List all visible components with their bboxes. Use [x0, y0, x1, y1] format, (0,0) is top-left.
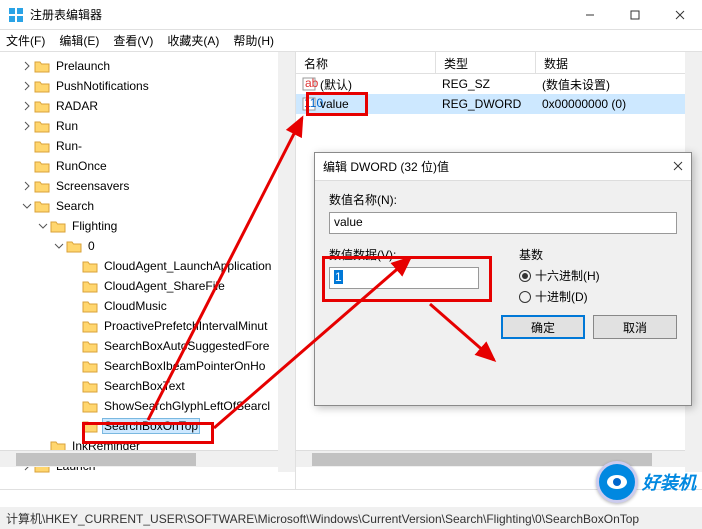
tree-item[interactable]: ProactivePrefetchIntervalMinut — [0, 316, 295, 336]
tree-item[interactable]: SearchBoxAutoSuggestedFore — [0, 336, 295, 356]
col-name[interactable]: 名称 — [296, 52, 436, 73]
list-row[interactable]: 110valueREG_DWORD0x00000000 (0) — [296, 94, 702, 114]
statusbar: 计算机\HKEY_CURRENT_USER\SOFTWARE\Microsoft… — [0, 507, 702, 529]
twisty-icon[interactable] — [20, 201, 34, 211]
tree-item[interactable]: Run — [0, 116, 295, 136]
list-header: 名称 类型 数据 — [296, 52, 702, 74]
col-type[interactable]: 类型 — [436, 52, 536, 73]
menu-edit[interactable]: 编辑(E) — [59, 32, 99, 49]
tree-item[interactable]: CloudAgent_ShareFile — [0, 276, 295, 296]
tree-item[interactable]: Flighting — [0, 216, 295, 236]
twisty-icon[interactable] — [20, 61, 34, 71]
maximize-button[interactable] — [612, 0, 657, 30]
data-label: 数值数据(V): — [329, 246, 479, 263]
tree-item[interactable]: Screensavers — [0, 176, 295, 196]
ok-button[interactable]: 确定 — [501, 315, 585, 339]
twisty-icon[interactable] — [52, 241, 66, 251]
tree-item[interactable]: RunOnce — [0, 156, 295, 176]
twisty-icon[interactable] — [20, 181, 34, 191]
minimize-button[interactable] — [567, 0, 612, 30]
twisty-icon[interactable] — [20, 81, 34, 91]
menu-favorites[interactable]: 收藏夹(A) — [167, 32, 219, 49]
regedit-icon — [8, 7, 24, 23]
twisty-icon[interactable] — [36, 221, 50, 231]
window-title: 注册表编辑器 — [30, 6, 567, 23]
menu-view[interactable]: 查看(V) — [113, 32, 153, 49]
menu-help[interactable]: 帮助(H) — [233, 32, 274, 49]
watermark-icon — [596, 461, 638, 503]
tree-pane: PrelaunchPushNotificationsRADARRunRun-Ru… — [0, 52, 296, 489]
menubar: 文件(F) 编辑(E) 查看(V) 收藏夹(A) 帮助(H) — [0, 30, 702, 52]
dialog-close-icon[interactable] — [673, 160, 683, 174]
titlebar: 注册表编辑器 — [0, 0, 702, 30]
radio-dec[interactable]: 十进制(D) — [519, 288, 600, 305]
tree-item[interactable]: 0 — [0, 236, 295, 256]
list-row[interactable]: ab(默认)REG_SZ(数值未设置) — [296, 74, 702, 94]
tree-item[interactable]: SearchBoxText — [0, 376, 295, 396]
tree-item[interactable]: CloudAgent_LaunchApplication — [0, 256, 295, 276]
tree-item[interactable]: Prelaunch — [0, 56, 295, 76]
svg-text:ab: ab — [305, 76, 319, 90]
tree-item[interactable]: Run- — [0, 136, 295, 156]
cancel-button[interactable]: 取消 — [593, 315, 677, 339]
twisty-icon[interactable] — [20, 121, 34, 131]
tree-item[interactable]: Search — [0, 196, 295, 216]
twisty-icon[interactable] — [20, 101, 34, 111]
data-input[interactable]: 1 — [329, 267, 479, 289]
radio-hex[interactable]: 十六进制(H) — [519, 267, 600, 284]
dialog-title: 编辑 DWORD (32 位)值 — [323, 158, 673, 175]
close-button[interactable] — [657, 0, 702, 30]
watermark-text: 好装机 — [642, 469, 696, 495]
tree-item[interactable]: SearchBoxIbeamPointerOnHo — [0, 356, 295, 376]
base-label: 基数 — [519, 246, 600, 263]
name-input[interactable]: value — [329, 212, 677, 234]
tree-item[interactable]: SearchBoxOnTop — [0, 416, 295, 436]
tree-item[interactable]: ShowSearchGlyphLeftOfSearcl — [0, 396, 295, 416]
col-data[interactable]: 数据 — [536, 52, 702, 73]
tree-item[interactable]: RADAR — [0, 96, 295, 116]
edit-dword-dialog: 编辑 DWORD (32 位)值 数值名称(N): value 数值数据(V):… — [314, 152, 692, 406]
watermark: 好装机 — [596, 461, 696, 503]
tree-item[interactable]: PushNotifications — [0, 76, 295, 96]
tree-item[interactable]: CloudMusic — [0, 296, 295, 316]
name-label: 数值名称(N): — [329, 191, 677, 208]
menu-file[interactable]: 文件(F) — [6, 32, 45, 49]
tree-hscrollbar[interactable] — [0, 450, 295, 467]
tree-vscrollbar[interactable] — [278, 52, 295, 472]
